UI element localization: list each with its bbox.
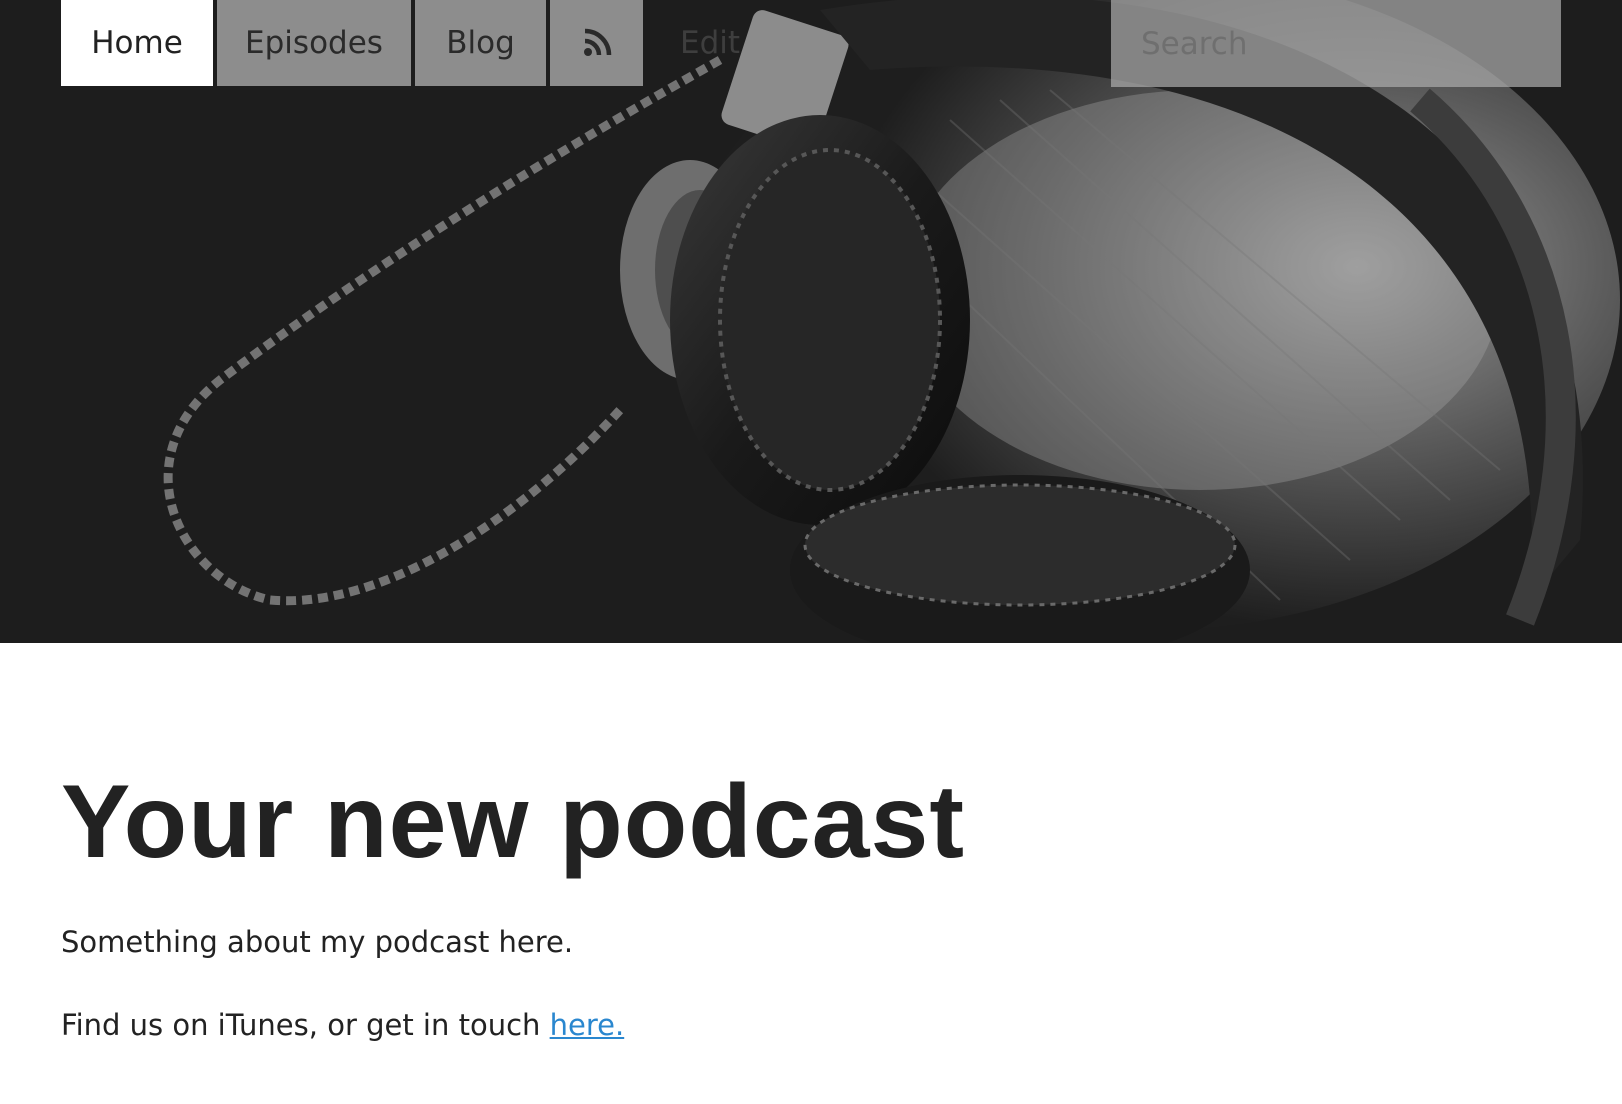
contact-text: Find us on iTunes, or get in touch [61,1008,550,1042]
rss-feed-button[interactable] [550,0,643,86]
tab-episodes[interactable]: Episodes [217,0,411,86]
page-title: Your new podcast [61,764,965,880]
rss-icon [583,28,611,56]
edit-link[interactable]: Edit [680,0,740,86]
hero-banner [0,0,1622,643]
intro-paragraph: Something about my podcast here. [61,925,574,959]
contact-paragraph: Find us on iTunes, or get in touch here. [61,1008,624,1042]
contact-link[interactable]: here. [550,1008,625,1042]
headphones-photo [0,0,1622,643]
tab-home[interactable]: Home [61,0,213,86]
main-content: Your new podcast Something about my podc… [61,764,1561,1042]
search-input[interactable] [1111,0,1561,87]
main-nav: Home Episodes Blog [61,0,643,86]
tab-blog[interactable]: Blog [415,0,546,86]
